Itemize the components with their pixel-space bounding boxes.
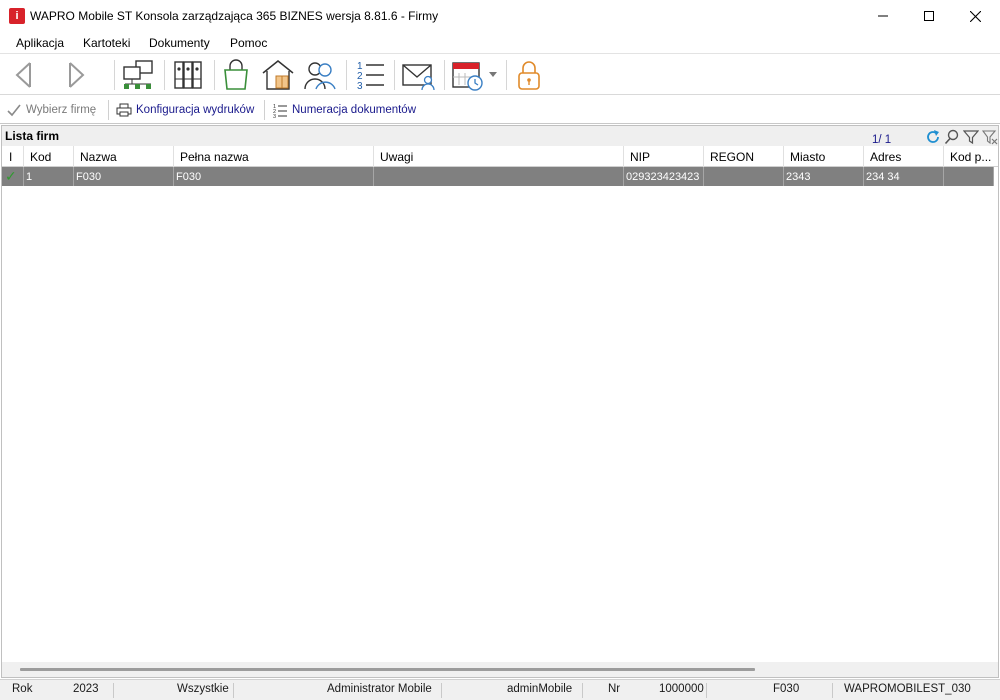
checkmark-icon (7, 104, 21, 117)
cell-kod-p (944, 167, 994, 186)
search-icon[interactable] (943, 128, 960, 145)
menu-dokumenty[interactable]: Dokumenty (149, 36, 210, 50)
table-row[interactable]: ✓ 1 F030 F030 029323423423 2343 234 34 (2, 167, 994, 186)
printer-icon (116, 103, 132, 117)
print-config-label: Konfiguracja wydruków (136, 104, 255, 116)
cell-nip: 029323423423 (624, 167, 704, 186)
menu-kartoteki[interactable]: Kartoteki (83, 36, 130, 50)
back-arrow-icon[interactable] (6, 57, 42, 93)
panel-header: Lista firm 1/ 1 (2, 126, 998, 146)
col-header-pelna-nazwa[interactable]: Pełna nazwa (174, 146, 374, 167)
status-scope: Wszystkie (177, 683, 229, 695)
status-nr-value: 1000000 (659, 683, 704, 695)
warehouse-icon[interactable] (260, 57, 296, 93)
page-count: 1/ 1 (872, 134, 892, 146)
numbered-list-icon[interactable]: 123 (352, 57, 388, 93)
clear-filter-icon[interactable] (981, 128, 998, 145)
shopping-bag-icon[interactable] (218, 57, 254, 93)
cell-nazwa: F030 (74, 167, 174, 186)
status-rok-label: Rok (12, 683, 33, 695)
cell-pelna-nazwa: F030 (174, 167, 374, 186)
menu-aplikacja[interactable]: Aplikacja (16, 36, 64, 50)
status-nr-label: Nr (608, 683, 621, 695)
col-header-uwagi[interactable]: Uwagi (374, 146, 624, 167)
panel-title: Lista firm (5, 129, 60, 143)
window-title: WAPRO Mobile ST Konsola zarządzająca 365… (30, 9, 439, 23)
users-icon[interactable] (302, 57, 338, 93)
select-company-label: Wybierz firmę (26, 104, 97, 116)
col-header-kod-p[interactable]: Kod p... (944, 146, 998, 167)
doc-numbering-button[interactable]: 123 Numeracja dokumentów (272, 100, 416, 120)
col-header-adres[interactable]: Adres (864, 146, 944, 167)
lock-icon[interactable] (511, 57, 547, 93)
col-header-nip[interactable]: NIP (624, 146, 704, 167)
status-rok-value: 2023 (73, 683, 99, 695)
col-header-regon[interactable]: REGON (704, 146, 784, 167)
chevron-down-icon[interactable] (486, 57, 500, 93)
menu-bar: Aplikacja Kartoteki Dokumenty Pomoc (0, 32, 1000, 54)
cell-adres: 234 34 (864, 167, 944, 186)
status-login: adminMobile (507, 683, 573, 695)
action-bar: Wybierz firmę Konfiguracja wydruków 123 … (0, 96, 1000, 124)
mail-user-icon[interactable] (400, 57, 436, 93)
status-user: Administrator Mobile (327, 683, 432, 695)
col-header-kod[interactable]: Kod (24, 146, 74, 167)
col-header-miasto[interactable]: Miasto (784, 146, 864, 167)
title-bar: i WAPRO Mobile ST Konsola zarządzająca 3… (0, 0, 1000, 32)
print-config-button[interactable]: Konfiguracja wydruków (116, 100, 254, 120)
app-logo-icon: i (9, 8, 25, 24)
main-toolbar: 123 (0, 55, 1000, 95)
forward-arrow-icon[interactable] (58, 57, 94, 93)
status-database: WAPROMOBILEST_030 (844, 683, 971, 695)
calendar-clock-icon[interactable] (450, 57, 486, 93)
close-button[interactable] (952, 0, 998, 32)
svg-text:3: 3 (273, 114, 276, 118)
panel-tools (924, 128, 998, 145)
status-company: F030 (773, 683, 800, 695)
scrollbar-thumb[interactable] (20, 668, 755, 671)
numbered-list-icon: 123 (273, 104, 287, 118)
minimize-button[interactable] (860, 0, 906, 32)
col-header-nazwa[interactable]: Nazwa (74, 146, 174, 167)
active-check-icon: ✓ (2, 167, 24, 186)
status-bar: Rok 2023 Wszystkie Administrator Mobile … (0, 679, 1000, 700)
col-header-i[interactable]: I (2, 146, 24, 167)
doc-numbering-label: Numeracja dokumentów (292, 104, 417, 116)
menu-pomoc[interactable]: Pomoc (230, 36, 267, 50)
filter-icon[interactable] (962, 128, 979, 145)
cell-miasto: 2343 (784, 167, 864, 186)
svg-text:3: 3 (357, 81, 363, 91)
cell-kod: 1 (24, 167, 74, 186)
cell-uwagi (374, 167, 624, 186)
network-icon[interactable] (120, 57, 156, 93)
binders-icon[interactable] (170, 57, 206, 93)
select-company-button[interactable]: Wybierz firmę (6, 100, 96, 120)
grid-header: I Kod Nazwa Pełna nazwa Uwagi NIP REGON … (2, 146, 998, 167)
company-list-panel: Lista firm 1/ 1 I Kod Nazwa Pełna nazwa … (1, 125, 999, 678)
cell-regon (704, 167, 784, 186)
horizontal-scrollbar[interactable] (2, 662, 998, 677)
refresh-icon[interactable] (924, 128, 941, 145)
maximize-button[interactable] (906, 0, 952, 32)
